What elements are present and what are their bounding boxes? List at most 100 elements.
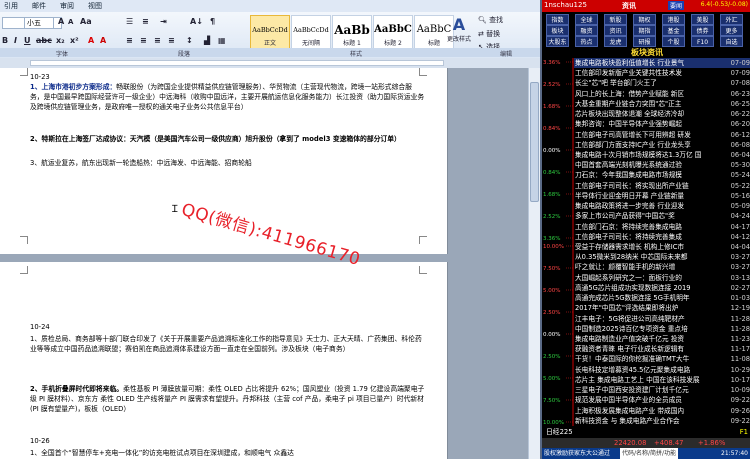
align-center-icon[interactable]: ≡ (140, 36, 147, 45)
document-page-2[interactable]: 10-24 1、质检总局、商务部等十部门联合印发了《关于开展重要产品追溯标准化工… (0, 262, 448, 459)
shrink-font-icon[interactable]: A (68, 18, 73, 26)
shading-icon[interactable]: ▟ (204, 36, 210, 45)
news-item[interactable]: 高通5G芯片组成功实现数据连接 2019 02-27 (574, 283, 750, 293)
replace-button[interactable]: ⇄ 替换 (478, 29, 500, 39)
subscript-icon[interactable]: x₂ (56, 36, 65, 45)
clear-format-icon[interactable]: Aa (80, 17, 92, 26)
news-item[interactable]: 长尘"芯"吧 举台部门火王了 07-08 (574, 78, 750, 88)
news-item[interactable]: 吓之就让：颜覆智能手机的新兴增 03-27 (574, 262, 750, 272)
news-item[interactable]: 工信部部门方面支持IC产业 行业龙头享 06-08 (574, 140, 750, 150)
nav-button[interactable]: 全球 (575, 14, 598, 25)
news-item[interactable]: 集成电路政策将进一步完善 行业迎发 05-09 (574, 201, 750, 211)
scrollbar-thumb[interactable] (530, 82, 539, 202)
vertical-scrollbar[interactable] (528, 68, 540, 459)
news-item[interactable]: 江丰电子：5G将促进公司高纯靶材产 11-28 (574, 314, 750, 324)
news-item[interactable]: 中国首套高端光刻机曝光系统通过验 05-30 (574, 160, 750, 170)
nav-button[interactable]: F10 (691, 36, 714, 47)
code-search-input[interactable]: 代码/名称/简拼/功能 (620, 448, 679, 459)
news-item[interactable]: 芯片主 集成电路工艺上 中国在该科技发展 10-17 (574, 375, 750, 385)
nav-button[interactable]: 债券 (691, 25, 714, 36)
nav-button[interactable]: 融资 (575, 25, 598, 36)
chart-axis-label: 1.68% (543, 192, 560, 198)
news-item[interactable]: 规范发展中国半导体产业的全员成员 09-22 (574, 395, 750, 405)
news-item[interactable]: 大基金重期产业链合力突围"芯"正主 06-25 (574, 99, 750, 109)
news-item[interactable]: 长电科技定增募资45.5亿元聚集成电路 10-29 (574, 365, 750, 375)
menu-item-view[interactable]: 视图 (88, 1, 102, 11)
grow-font-icon[interactable]: A (58, 17, 64, 26)
news-item[interactable]: 集邦咨询：中国半导体产业强势崛起 06-20 (574, 119, 750, 129)
nav-button[interactable]: 热点 (575, 36, 598, 47)
nav-button[interactable]: 研报 (633, 36, 656, 47)
nav-button[interactable]: 期权 (633, 14, 656, 25)
line-spacing-icon[interactable]: ↕ (186, 36, 193, 45)
nav-button[interactable]: 板块 (546, 25, 569, 36)
nav-button[interactable]: 基金 (662, 25, 685, 36)
news-item[interactable]: 集成电路板块盈利低值增长 行业景气 07-09 (574, 58, 750, 69)
status-news[interactable]: 股权激励获家东大公通过 (544, 448, 610, 459)
nav-button[interactable]: 资讯 (604, 25, 627, 36)
news-date: 11-28 (730, 314, 750, 323)
news-item[interactable]: 2017年"中国芯"评选结果即将出炉 12-19 (574, 303, 750, 313)
indent-icon[interactable]: ⇥ (160, 17, 167, 26)
nav-button[interactable]: 期指 (633, 25, 656, 36)
nav-button[interactable]: 个股 (662, 36, 685, 47)
ruler[interactable] (0, 58, 540, 68)
nav-button[interactable]: 外汇 (720, 14, 743, 25)
find-button[interactable]: 🔍︎ 查找 (478, 15, 503, 25)
news-item[interactable]: 集成电路制造业产值突破千亿元 投资 11-23 (574, 334, 750, 344)
news-item[interactable]: 工信部电子司司长：将持续完善集成 04-12 (574, 232, 750, 242)
borders-icon[interactable]: ▦ (218, 36, 226, 45)
menu-item-review[interactable]: 审阅 (60, 1, 74, 11)
nav-button[interactable]: 指数 (546, 14, 569, 25)
superscript-icon[interactable]: x² (70, 36, 79, 45)
news-item[interactable]: 工信部电子司司长：将实现出所产业链 05-22 (574, 181, 750, 191)
news-item[interactable]: 刀石京：今年我国集成电路市场规模 05-24 (574, 170, 750, 180)
highlight-icon[interactable]: A (88, 36, 94, 45)
nav-button[interactable]: 新股 (604, 14, 627, 25)
news-item[interactable]: 半导体行业迎金明日开幕 产业链新量 05-16 (574, 191, 750, 201)
menu-item-references[interactable]: 引用 (4, 1, 18, 11)
show-marks-icon[interactable]: ¶ (210, 17, 215, 26)
sort-icon[interactable]: A↓ (190, 17, 203, 26)
nav-button[interactable]: 港股 (662, 14, 685, 25)
news-title: 大国崛起系列研究之一：面板行业的 (575, 273, 682, 282)
news-item[interactable]: 芯片板块出现整体退潮 全球经济冷却 06-22 (574, 109, 750, 119)
news-item[interactable]: 获融资者青睐 电子行业成长新逻辑有 11-17 (574, 344, 750, 354)
news-item[interactable]: 工信部门石京：将持续完善集成电路 04-17 (574, 222, 750, 232)
align-left-icon[interactable]: ≡ (126, 36, 133, 45)
news-item[interactable]: 上海积极发展集成电路产业 带成国内 09-26 (574, 406, 750, 416)
bold-icon[interactable]: B (2, 36, 8, 45)
nav-button[interactable]: 更多 (720, 25, 743, 36)
italic-icon[interactable]: I (14, 36, 17, 45)
news-title: 吓之就让：颜覆智能手机的新兴增 (575, 263, 676, 272)
news-item[interactable]: 三星电子中国西安投资建厂计划千亿元 10-09 (574, 385, 750, 395)
news-item[interactable]: 工信部印发新版产业关键共性技术发 07-09 (574, 68, 750, 78)
news-item[interactable]: 风口上的长上海：借势产业赋能 新区 06-23 (574, 89, 750, 99)
group-styles-label: 样式 (350, 51, 363, 58)
news-item[interactable]: 从0.35微米到28纳米 中芯国际未来都 03-27 (574, 252, 750, 262)
underline-icon[interactable]: U (24, 36, 31, 45)
news-item[interactable]: 受益于存储器需求增长 机构上修IC市 04-04 (574, 242, 750, 252)
news-item[interactable]: 高通完成芯片5G数据连接 5G手机明年 01-03 (574, 293, 750, 303)
font-color-icon[interactable]: A (100, 36, 106, 45)
headline-tab[interactable]: 要闻 (668, 1, 685, 10)
menu-item-mailings[interactable]: 邮件 (32, 1, 46, 11)
bullets-icon[interactable]: ☰ (126, 17, 133, 26)
nav-button[interactable]: 美股 (691, 14, 714, 25)
align-right-icon[interactable]: ≡ (154, 36, 161, 45)
justify-icon[interactable]: ≡ (168, 36, 175, 45)
news-item[interactable]: 新科技资金 与 集成电路产业合作会 09-22 (574, 416, 750, 426)
font-size-box[interactable]: 小五 (24, 17, 54, 29)
nav-button[interactable]: 龙虎 (604, 36, 627, 47)
strikethrough-icon[interactable]: abc (36, 36, 52, 45)
news-item[interactable]: 工信部电子司高管增长下可用辨超 研发 06-12 (574, 130, 750, 140)
numbering-icon[interactable]: ≡ (142, 17, 149, 26)
news-item[interactable]: 多家上市公司产品获得"中国芯"奖 04-24 (574, 211, 750, 221)
nav-button[interactable]: 自选 (720, 36, 743, 47)
news-item[interactable]: 集成电路十次月销市场规模将达1.3万亿 国 06-04 (574, 150, 750, 160)
chart-axis-label: 0.00% (543, 148, 560, 154)
nav-button[interactable]: 大股东 (546, 36, 569, 47)
news-item[interactable]: 干货！中泰国际的你挖掘准确TMT大牛 11-08 (574, 354, 750, 364)
news-item[interactable]: 中国制造2025诗百亿专项资金 重点培 11-28 (574, 324, 750, 334)
news-item[interactable]: 大国崛起系列研究之一：面板行业的 03-13 (574, 273, 750, 283)
